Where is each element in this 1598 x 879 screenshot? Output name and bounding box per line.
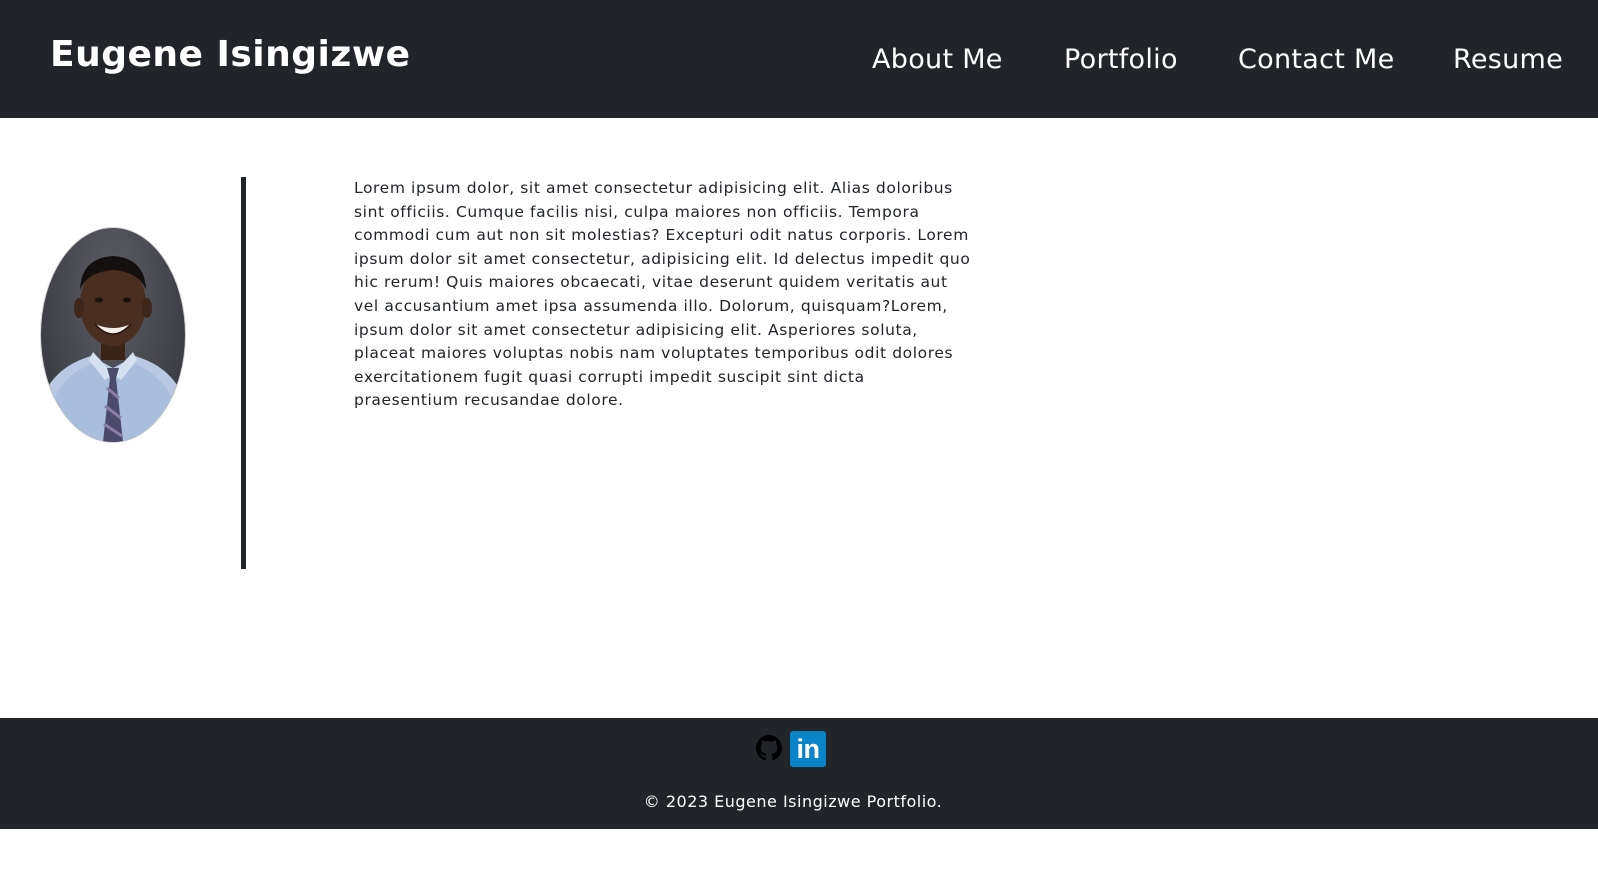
nav-contact-me[interactable]: Contact Me <box>1238 44 1395 75</box>
site-header: Eugene Isingizwe About Me Portfolio Cont… <box>0 0 1598 118</box>
nav-resume[interactable]: Resume <box>1453 44 1563 75</box>
site-footer: in © 2023 Eugene Isingizwe Portfolio. <box>0 718 1598 829</box>
about-bio-text: Lorem ipsum dolor, sit amet consectetur … <box>354 179 971 410</box>
profile-portrait-icon <box>41 256 185 442</box>
site-title[interactable]: Eugene Isingizwe <box>50 34 411 75</box>
github-icon[interactable] <box>756 735 782 761</box>
linkedin-icon[interactable]: in <box>790 731 826 767</box>
vertical-divider <box>241 177 246 569</box>
nav-about-me[interactable]: About Me <box>872 44 1003 75</box>
social-links: in <box>0 725 1598 767</box>
copyright-text: © 2023 Eugene Isingizwe Portfolio. <box>643 792 943 811</box>
about-section: Lorem ipsum dolor, sit amet consectetur … <box>0 118 1598 718</box>
nav-portfolio[interactable]: Portfolio <box>1064 44 1178 75</box>
profile-photo <box>40 227 186 443</box>
